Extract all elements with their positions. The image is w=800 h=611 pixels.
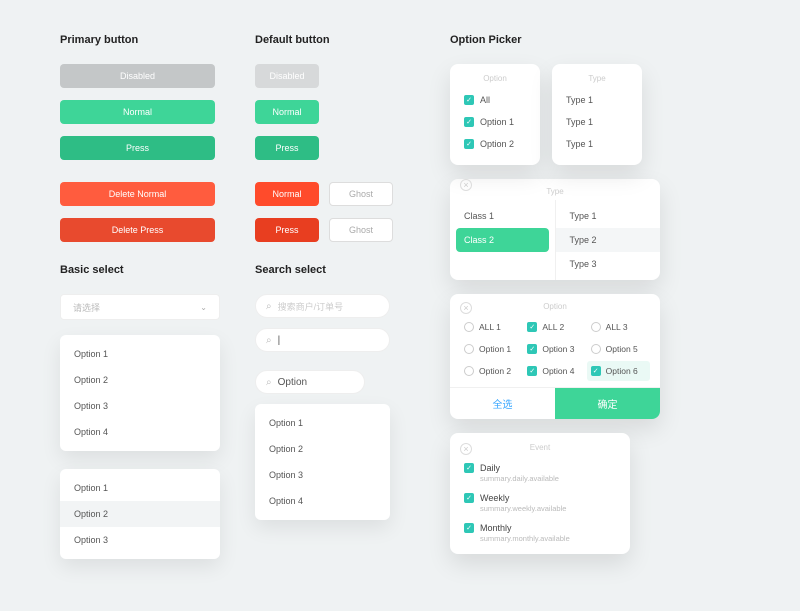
grid-item[interactable]: Option 2 bbox=[460, 361, 523, 381]
dual-left-item[interactable]: Class 1 bbox=[450, 204, 555, 228]
grid-item[interactable]: Option 1 bbox=[460, 339, 523, 359]
list-item[interactable]: Option 4 bbox=[60, 419, 220, 445]
panel-header: Option bbox=[450, 74, 540, 83]
grid-item[interactable]: ✓Option 4 bbox=[523, 361, 586, 381]
list-item[interactable]: Option 1 bbox=[60, 475, 220, 501]
confirm-button[interactable]: 确定 bbox=[555, 388, 660, 419]
dual-right-item[interactable]: Type 3 bbox=[556, 252, 661, 276]
grid-picker-panel: ×Option ALL 1 ✓ALL 2 ALL 3 Option 1 ✓Opt… bbox=[450, 294, 660, 419]
panel-header: Type bbox=[546, 187, 563, 196]
primary-normal-button[interactable]: Normal bbox=[60, 100, 215, 124]
search-icon: ⌕ bbox=[266, 377, 272, 388]
basic-select-title: Basic select bbox=[60, 264, 225, 276]
primary-press-button[interactable]: Press bbox=[60, 136, 215, 160]
primary-disabled-button: Disabled bbox=[60, 64, 215, 88]
list-item-selected[interactable]: Option 2 bbox=[60, 501, 220, 527]
primary-delete-press-button[interactable]: Delete Press bbox=[60, 218, 215, 242]
default-danger-press-button[interactable]: Press bbox=[255, 218, 319, 242]
text-cursor: | bbox=[278, 335, 281, 346]
checkbox-on-icon: ✓ bbox=[464, 523, 474, 533]
search-dropdown: Option 1 Option 2 Option 3 Option 4 bbox=[255, 404, 390, 520]
search-input-focused[interactable]: ⌕ | bbox=[255, 328, 390, 352]
list-item[interactable]: Option 3 bbox=[60, 527, 220, 553]
search-value: Option bbox=[278, 377, 307, 388]
basic-select-placeholder: 请选择 bbox=[73, 301, 100, 314]
type-picker-panel: Type Type 1 Type 1 Type 1 bbox=[552, 64, 642, 165]
picker-item[interactable]: ✓All bbox=[450, 89, 540, 111]
radio-off-icon bbox=[591, 344, 601, 354]
radio-off-icon bbox=[464, 366, 474, 376]
picker-item[interactable]: Type 1 bbox=[552, 133, 642, 155]
search-icon: ⌕ bbox=[266, 335, 272, 346]
list-item[interactable]: Option 3 bbox=[255, 462, 390, 488]
event-item[interactable]: ✓Daily summary.daily.available bbox=[450, 458, 630, 488]
panel-header: Event bbox=[530, 443, 550, 452]
picker-item[interactable]: ✓Option 1 bbox=[450, 111, 540, 133]
default-danger-normal-button[interactable]: Normal bbox=[255, 182, 319, 206]
grid-item-highlight[interactable]: ✓Option 6 bbox=[587, 361, 650, 381]
list-item[interactable]: Option 1 bbox=[60, 341, 220, 367]
checkbox-on-icon: ✓ bbox=[591, 366, 601, 376]
ghost-button[interactable]: Ghost bbox=[329, 182, 393, 206]
panel-header: Option bbox=[543, 302, 567, 311]
grid-item[interactable]: ✓Option 3 bbox=[523, 339, 586, 359]
checkbox-on-icon: ✓ bbox=[464, 463, 474, 473]
picker-item[interactable]: Type 1 bbox=[552, 89, 642, 111]
list-item[interactable]: Option 2 bbox=[60, 367, 220, 393]
close-icon[interactable]: × bbox=[460, 302, 472, 314]
list-item[interactable]: Option 1 bbox=[255, 410, 390, 436]
primary-button-title: Primary button bbox=[60, 34, 225, 46]
search-select-title: Search select bbox=[255, 264, 420, 276]
basic-select-dropdown-2: Option 1 Option 2 Option 3 bbox=[60, 469, 220, 559]
grid-item[interactable]: ALL 3 bbox=[587, 317, 650, 337]
dual-left-item-active[interactable]: Class 2 bbox=[456, 228, 549, 252]
checkbox-on-icon: ✓ bbox=[464, 95, 474, 105]
checkbox-on-icon: ✓ bbox=[527, 322, 537, 332]
event-subtitle: summary.weekly.available bbox=[480, 504, 616, 513]
search-input[interactable]: ⌕ 搜索商户/订单号 bbox=[255, 294, 390, 318]
basic-select-dropdown: Option 1 Option 2 Option 3 Option 4 bbox=[60, 335, 220, 451]
list-item[interactable]: Option 2 bbox=[255, 436, 390, 462]
checkbox-on-icon: ✓ bbox=[464, 139, 474, 149]
panel-header: Type bbox=[552, 74, 642, 83]
radio-off-icon bbox=[591, 322, 601, 332]
default-press-button[interactable]: Press bbox=[255, 136, 319, 160]
dual-picker-panel: × Type Class 1 Class 2 Type 1 Type 2 Type… bbox=[450, 179, 660, 280]
event-subtitle: summary.daily.available bbox=[480, 474, 616, 483]
search-input-typed[interactable]: ⌕ Option bbox=[255, 370, 365, 394]
grid-item[interactable]: ALL 1 bbox=[460, 317, 523, 337]
radio-off-icon bbox=[464, 344, 474, 354]
close-icon[interactable]: × bbox=[460, 179, 472, 191]
basic-select-input[interactable]: 请选择 ⌄ bbox=[60, 294, 220, 320]
default-disabled-button: Disabled bbox=[255, 64, 319, 88]
default-button-title: Default button bbox=[255, 34, 420, 46]
checkbox-on-icon: ✓ bbox=[527, 344, 537, 354]
chevron-down-icon: ⌄ bbox=[200, 303, 207, 312]
list-item[interactable]: Option 4 bbox=[255, 488, 390, 514]
ghost-button[interactable]: Ghost bbox=[329, 218, 393, 242]
primary-delete-normal-button[interactable]: Delete Normal bbox=[60, 182, 215, 206]
select-all-button[interactable]: 全选 bbox=[450, 388, 555, 419]
option-picker-panel: Option ✓All ✓Option 1 ✓Option 2 bbox=[450, 64, 540, 165]
checkbox-on-icon: ✓ bbox=[464, 117, 474, 127]
dual-right-item[interactable]: Type 1 bbox=[556, 204, 661, 228]
dual-right-item-selected[interactable]: Type 2 bbox=[556, 228, 661, 252]
event-subtitle: summary.monthly.available bbox=[480, 534, 616, 543]
search-placeholder: 搜索商户/订单号 bbox=[278, 300, 344, 313]
grid-item[interactable]: ✓ALL 2 bbox=[523, 317, 586, 337]
checkbox-on-icon: ✓ bbox=[527, 366, 537, 376]
checkbox-on-icon: ✓ bbox=[464, 493, 474, 503]
event-picker-panel: × Event ✓Daily summary.daily.available ✓W… bbox=[450, 433, 630, 554]
search-icon: ⌕ bbox=[266, 301, 272, 312]
close-icon[interactable]: × bbox=[460, 443, 472, 455]
default-normal-button[interactable]: Normal bbox=[255, 100, 319, 124]
list-item[interactable]: Option 3 bbox=[60, 393, 220, 419]
event-item[interactable]: ✓Weekly summary.weekly.available bbox=[450, 488, 630, 518]
event-item[interactable]: ✓Monthly summary.monthly.available bbox=[450, 518, 630, 548]
grid-item[interactable]: Option 5 bbox=[587, 339, 650, 359]
picker-item[interactable]: Type 1 bbox=[552, 111, 642, 133]
radio-off-icon bbox=[464, 322, 474, 332]
picker-item[interactable]: ✓Option 2 bbox=[450, 133, 540, 155]
option-picker-title: Option Picker bbox=[450, 34, 670, 46]
